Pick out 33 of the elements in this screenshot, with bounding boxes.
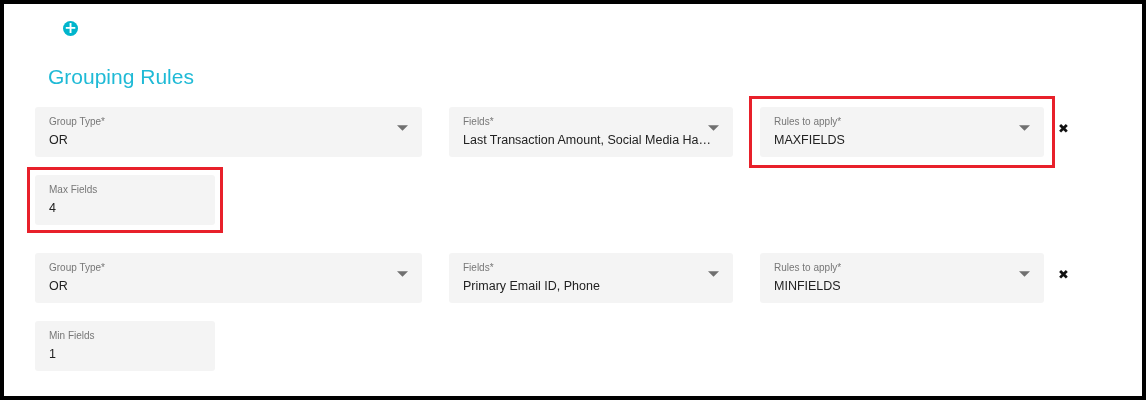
field-value: MAXFIELDS [774,131,846,149]
field-value: OR [49,131,69,149]
select-field[interactable]: Rules to apply* MINFIELDS [760,253,1044,303]
field-value: Last Transaction Amount, Social Media Ha… [463,131,713,149]
field-value: MINFIELDS [774,277,842,295]
select-field[interactable]: Group Type* OR [35,253,422,303]
select-field[interactable]: Group Type* OR [35,107,422,157]
section-title: Grouping Rules [48,64,195,90]
caret-icon [708,125,719,131]
field-label: Rules to apply* [774,261,843,274]
input-field[interactable]: Max Fields 4 [35,175,215,225]
select-field[interactable]: Fields* Last Transaction Amount, Social Media Ha… [449,107,733,157]
field-value: Primary Email ID, Phone [463,277,601,295]
select-field[interactable]: Fields* Primary Email ID, Phone [449,253,733,303]
field-label: Group Type* [49,115,106,128]
caret-icon [1019,271,1030,277]
remove-button[interactable]: ✖ [1058,266,1069,282]
field-label: Fields* [463,261,495,274]
field-label: Fields* [463,115,495,128]
field-label: Max Fields [49,183,99,196]
field-value: 1 [49,345,57,363]
caret-icon [397,271,408,277]
remove-button[interactable]: ✖ [1058,120,1069,136]
caret-icon [708,271,719,277]
select-field[interactable]: Rules to apply* MAXFIELDS [760,107,1044,157]
field-label: Rules to apply* [774,115,843,128]
field-label: Min Fields [49,329,96,342]
field-value: OR [49,277,69,295]
field-label: Group Type* [49,261,106,274]
caret-icon [1019,125,1030,131]
field-value: 4 [49,199,57,217]
caret-icon [397,125,408,131]
input-field[interactable]: Min Fields 1 [35,321,215,371]
